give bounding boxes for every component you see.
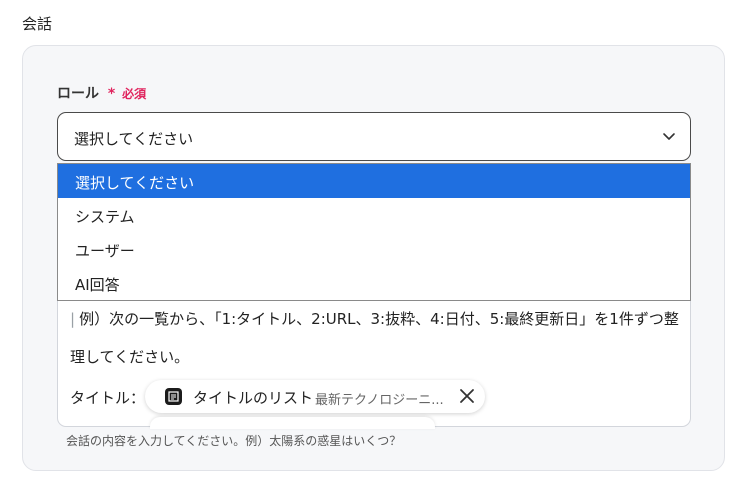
section-title: 会話 <box>22 15 53 33</box>
message-line-1-text: 例）次の一覧から、「1:タイトル、2:URL、3:抜粋、4:日付、5:最終更新日… <box>79 310 679 328</box>
close-icon[interactable] <box>459 388 475 404</box>
chip-shadow <box>150 417 435 429</box>
dropdown-option-user[interactable]: ユーザー <box>58 232 690 266</box>
dropdown-option-ai[interactable]: AI回答 <box>58 266 690 300</box>
variable-chip[interactable]: タイトルのリスト 最新テクノロジーニ... <box>145 380 485 413</box>
dropdown-option-placeholder[interactable]: 選択してください <box>58 164 690 198</box>
message-line-3-label: タイトル： <box>70 389 146 407</box>
role-select[interactable]: 選択してください <box>57 112 691 161</box>
app-icon <box>165 388 182 405</box>
dropdown-option-system[interactable]: システム <box>58 198 690 232</box>
required-text: 必須 <box>122 87 147 101</box>
chip-sublabel: 最新テクノロジーニ... <box>315 393 444 408</box>
helper-text: 会話の内容を入力してください。例）太陽系の惑星はいくつ？ <box>66 434 402 448</box>
chip-label: タイトルのリスト <box>193 389 314 407</box>
text-cursor: | <box>70 310 76 328</box>
required-mark: * <box>107 86 116 102</box>
chevron-down-icon <box>663 133 675 140</box>
role-dropdown-menu[interactable]: 選択してください システム ユーザー AI回答 <box>57 163 691 301</box>
role-select-value: 選択してください <box>74 130 194 148</box>
role-field-label: ロール * 必須 <box>57 83 146 103</box>
role-label-text: ロール <box>57 86 99 102</box>
message-line-1: | 例）次の一覧から、「1:タイトル、2:URL、3:抜粋、4:日付、5:最終更新… <box>70 308 679 329</box>
message-line-2: 理してください。 <box>70 348 190 366</box>
